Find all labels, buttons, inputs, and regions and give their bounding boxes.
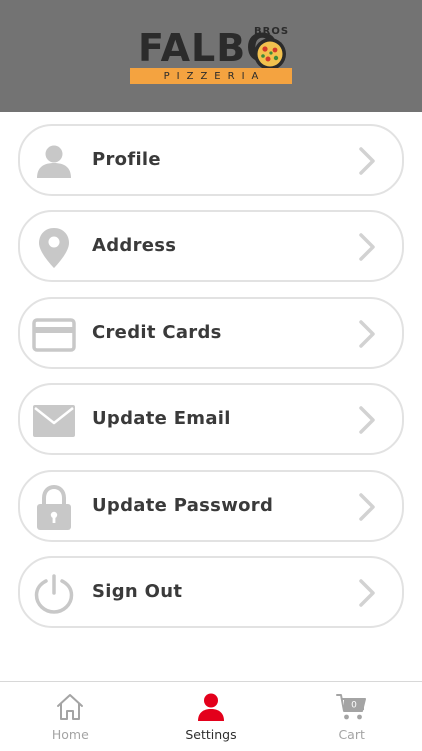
cart-icon: 0 bbox=[335, 694, 366, 720]
logo-banner: PIZZERIA bbox=[130, 68, 292, 84]
menu-item-sign-out[interactable]: Sign Out bbox=[18, 555, 404, 628]
menu-item-update-email[interactable]: Update Email bbox=[18, 383, 404, 456]
chevron-right-icon bbox=[359, 233, 375, 262]
lock-icon bbox=[32, 484, 76, 530]
menu-item-label: Update Email bbox=[92, 408, 231, 430]
chevron-right-icon bbox=[359, 492, 375, 521]
envelope-icon bbox=[32, 399, 76, 443]
menu-item-label: Address bbox=[92, 235, 177, 257]
chevron-right-icon bbox=[359, 320, 375, 348]
chevron-right-icon bbox=[359, 579, 375, 607]
menu-item-credit-cards[interactable]: Credit Cards bbox=[18, 296, 404, 369]
power-icon bbox=[32, 572, 76, 616]
tab-home[interactable]: Home bbox=[0, 682, 141, 751]
tab-settings[interactable]: Settings bbox=[141, 682, 282, 751]
menu-item-update-password[interactable]: Update Password bbox=[18, 469, 404, 542]
chevron-right-icon bbox=[359, 147, 375, 175]
home-icon bbox=[57, 694, 84, 720]
bottom-tab-bar: Home Settings 0 Cart bbox=[0, 681, 422, 751]
menu-item-label: Credit Cards bbox=[92, 321, 222, 343]
menu-item-label: Update Password bbox=[92, 494, 274, 516]
menu-item-profile[interactable]: Profile bbox=[18, 124, 404, 196]
falbo-logo: FALBO BROS PIZZERIA bbox=[130, 24, 292, 88]
app-header: FALBO BROS PIZZERIA bbox=[0, 0, 422, 112]
credit-card-icon bbox=[32, 313, 76, 357]
menu-item-address[interactable]: Address bbox=[18, 210, 404, 283]
person-icon bbox=[198, 693, 224, 721]
logo-tagline: PIZZERIA bbox=[163, 70, 266, 82]
person-icon bbox=[32, 140, 76, 184]
tab-cart[interactable]: 0 Cart bbox=[281, 682, 422, 751]
chevron-right-icon bbox=[359, 406, 375, 434]
menu-item-label: Profile bbox=[92, 149, 161, 170]
tab-cart-label: Cart bbox=[338, 727, 365, 742]
settings-menu: Profile Address Credit Cards Update Emai… bbox=[18, 124, 404, 642]
pizza-icon bbox=[254, 38, 286, 70]
tab-home-label: Home bbox=[51, 727, 89, 742]
menu-item-label: Sign Out bbox=[92, 580, 183, 602]
tab-settings-label: Settings bbox=[185, 727, 237, 742]
cart-count-badge: 0 bbox=[351, 701, 357, 711]
location-pin-icon bbox=[32, 226, 76, 270]
